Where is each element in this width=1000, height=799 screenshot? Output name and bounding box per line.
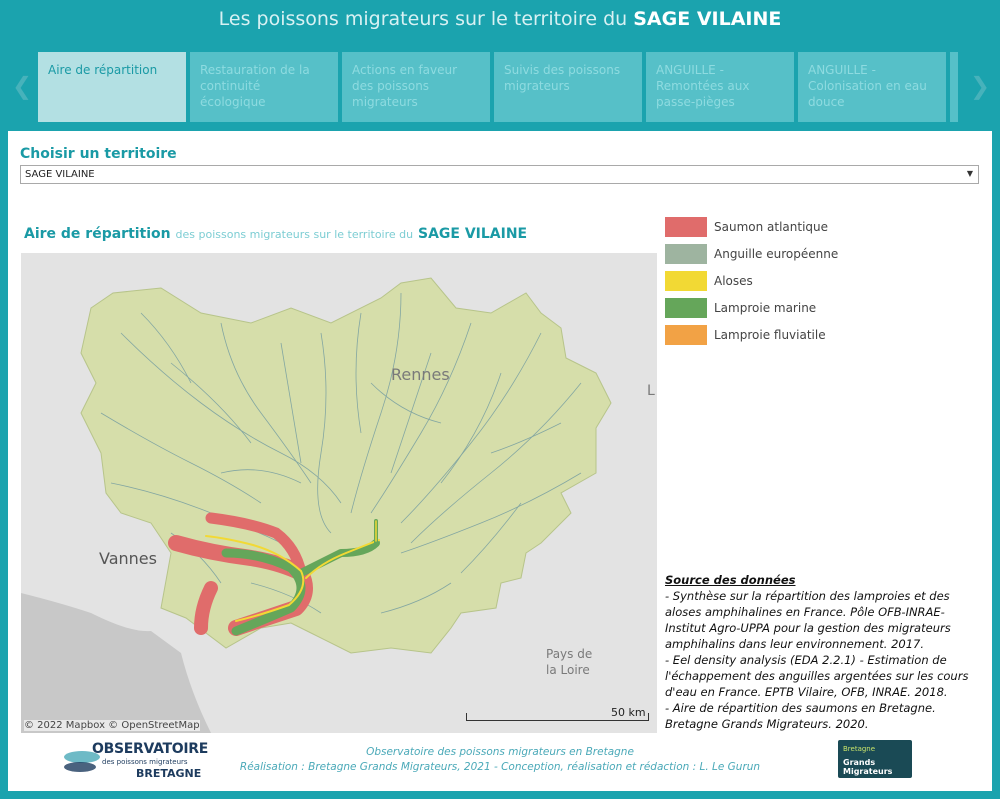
tab-anguille-remontees[interactable]: ANGUILLE - Remontées aux passe-pièges [646,52,794,122]
page-title-highlight: SAGE VILAINE [633,8,782,30]
map-title-highlight: SAGE VILAINE [417,226,528,242]
source-item: - Eel density analysis (EDA 2.2.1) - Est… [665,653,969,699]
map-label-vannes: Vannes [99,549,157,568]
logo-text-observatoire: OBSERVATOIRE [92,741,209,757]
map-title-main: Aire de répartition [24,226,171,242]
chevron-left-icon[interactable]: ❮ [12,72,32,100]
observatoire-logo[interactable]: OBSERVATOIRE des poissons migrateurs BRE… [60,739,208,783]
chevron-right-icon[interactable]: ❯ [970,72,990,100]
map-label-edge: L [647,383,655,399]
map-canvas [21,277,612,733]
tab-label: Aire de répartition [48,63,158,77]
map-label-pays-de: Pays de [546,647,593,661]
map-attribution[interactable]: © 2022 Mapbox © OpenStreetMap [24,720,200,731]
bgm-logo-text1: Bretagne [843,745,876,753]
page-title: Les poissons migrateurs sur le territoir… [0,8,1000,30]
territory-select[interactable]: SAGE VILAINE ▼ [20,165,979,184]
bgm-logo[interactable]: Bretagne Grands Migrateurs [838,740,912,778]
footer-credits: Observatoire des poissons migrateurs en … [208,745,792,775]
territory-selected-value: SAGE VILAINE [25,169,95,180]
bgm-logo-text2: Grands Migrateurs [843,758,893,776]
legend-swatch [665,298,707,318]
legend-swatch [665,271,707,291]
tab-label: ANGUILLE - Colonisation en eau douce [808,63,927,109]
logo-text-region: BRETAGNE [136,767,202,780]
footer-line2: Réalisation : Bretagne Grands Migrateurs… [239,761,761,773]
distribution-map[interactable]: Rennes Vannes Pays de la Loire L © 2022 … [21,253,657,733]
tab-suivis[interactable]: Suivis des poissons migrateurs [494,52,642,122]
map-title-sub: des poissons migrateurs sur le territoir… [175,228,414,241]
legend-label: Aloses [714,274,753,288]
tab-anguille-colonisation[interactable]: ANGUILLE - Colonisation en eau douce [798,52,946,122]
legend-swatch [665,244,707,264]
map-label-rennes: Rennes [391,365,450,384]
dropdown-caret-icon[interactable]: ▼ [967,169,973,178]
sources-heading: Source des données [665,573,796,587]
legend-label: Lamproie fluviatile [714,328,826,342]
tab-aire-repartition[interactable]: Aire de répartition [38,52,186,122]
map-scale-label: 50 km [611,706,646,719]
source-item: - Aire de répartition des saumons en Bre… [665,701,936,731]
territory-label: Choisir un territoire [20,146,177,162]
map-label-la-loire: la Loire [546,663,590,677]
footer-line1: Observatoire des poissons migrateurs en … [366,746,634,758]
tab-label: ANGUILLE - Remontées aux passe-pièges [656,63,750,109]
legend-label: Saumon atlantique [714,220,829,234]
tab-restauration-continuite[interactable]: Restauration de la continuité écologique [190,52,338,122]
tab-label: Suivis des poissons migrateurs [504,63,621,93]
tab-actions[interactable]: Actions en faveur des poissons migrateur… [342,52,490,122]
legend-label: Lamproie marine [714,301,817,315]
legend-label: Anguille européenne [714,247,839,261]
source-item: - Synthèse sur la répartition des lampro… [665,589,951,651]
story-tabs: Aire de répartition Restauration de la c… [38,52,958,122]
tab-label: Restauration de la continuité écologique [200,63,310,109]
tab-overflow[interactable] [950,52,958,122]
tab-label: Actions en faveur des poissons migrateur… [352,63,458,109]
map-title: Aire de répartition des poissons migrate… [24,226,527,242]
legend-swatch [665,325,707,345]
page-title-text: Les poissons migrateurs sur le territoir… [218,8,628,30]
dashboard-panel: Choisir un territoire SAGE VILAINE ▼ Air… [8,131,992,791]
data-sources: Source des données - Synthèse sur la rép… [665,572,977,732]
logo-text-sub: des poissons migrateurs [102,758,188,766]
legend-swatch [665,217,707,237]
